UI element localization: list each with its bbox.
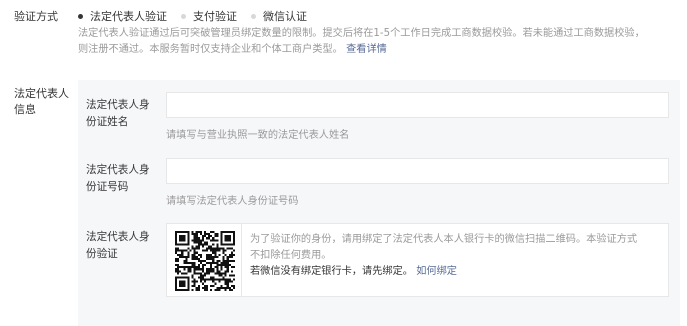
qr-divider — [241, 224, 242, 296]
identity-text-line3: 若微信没有绑定银行卡，请先绑定。 — [250, 266, 413, 277]
verify-description-line2: 则注册不通过。本服务暂时仅支持企业和个体工商户类型。 — [78, 44, 343, 55]
rep-id-label: 法定代表人身份证号码 — [86, 164, 150, 193]
rep-name-input[interactable] — [166, 92, 669, 118]
radio-payment-label: 支付验证 — [193, 10, 237, 23]
verify-method-label: 验证方式 — [14, 10, 58, 23]
identity-verify-box: 为了验证你的身份，请用绑定了法定代表人本人银行卡的微信扫描二维码。本验证方式 不… — [166, 223, 669, 297]
qr-code-icon[interactable] — [175, 231, 235, 291]
verify-method-radio-group: 法定代表人验证 支付验证 微信认证 — [78, 8, 321, 24]
radio-payment[interactable]: 支付验证 — [181, 8, 237, 24]
rep-info-label: 法定代表人信息 — [14, 87, 69, 116]
rep-id-input[interactable] — [166, 158, 669, 184]
identity-text-line1: 为了验证你的身份，请用绑定了法定代表人本人银行卡的微信扫描二维码。本验证方式 — [250, 234, 638, 245]
radio-legal-rep[interactable]: 法定代表人验证 — [78, 8, 167, 24]
radio-legal-rep-label: 法定代表人验证 — [90, 10, 167, 23]
radio-unchecked-icon — [181, 13, 186, 19]
rep-name-label: 法定代表人身份证姓名 — [86, 99, 150, 128]
view-details-link[interactable]: 查看详情 — [346, 44, 387, 55]
page: 验证方式 法定代表人验证 支付验证 微信认证 法定代表人验证通过后可突破管理员绑… — [0, 0, 687, 326]
verify-description-line1: 法定代表人验证通过后可突破管理员绑定数量的限制。提交后将在1-5个工作日完成工商… — [78, 28, 645, 39]
how-to-bind-link[interactable]: 如何绑定 — [416, 266, 457, 277]
radio-checked-icon — [78, 13, 83, 19]
radio-unchecked-icon — [251, 13, 256, 19]
rep-name-tip: 请填写与营业执照一致的法定代表人姓名 — [166, 130, 350, 141]
identity-verify-text: 为了验证你的身份，请用绑定了法定代表人本人银行卡的微信扫描二维码。本验证方式 不… — [250, 232, 660, 280]
rep-identity-label: 法定代表人身份验证 — [86, 231, 150, 260]
radio-wechat-label: 微信认证 — [263, 10, 307, 23]
identity-text-line2: 不扣除任何费用。 — [250, 250, 332, 261]
radio-wechat[interactable]: 微信认证 — [251, 8, 307, 24]
rep-id-tip: 请填写法定代表人身份证号码 — [166, 196, 299, 207]
verify-description: 法定代表人验证通过后可突破管理员绑定数量的限制。提交后将在1-5个工作日完成工商… — [78, 26, 674, 58]
